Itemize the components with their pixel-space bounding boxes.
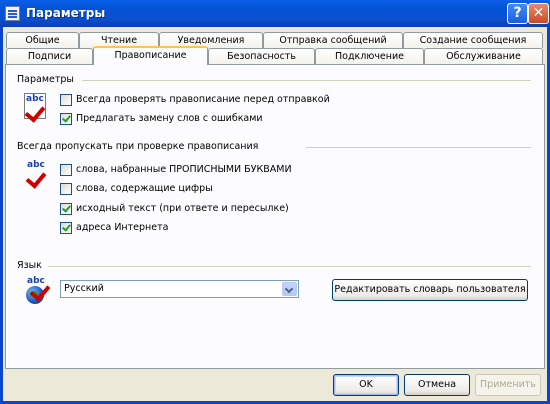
window-icon <box>5 6 20 21</box>
checkbox[interactable] <box>60 94 72 106</box>
checkbox-label: Предлагать замену слов с ошибками <box>76 113 263 124</box>
group-label-language: Язык <box>17 260 46 271</box>
tab-connection[interactable]: Подключение <box>315 48 424 64</box>
close-button[interactable]: ✕ <box>528 3 549 24</box>
tab-spelling[interactable]: Правописание <box>93 46 208 65</box>
tab-compose[interactable]: Создание сообщения <box>403 32 543 48</box>
spelling-document-icon: abc <box>24 93 46 123</box>
window-title: Параметры <box>26 6 106 20</box>
tab-maintenance[interactable]: Обслуживание <box>424 48 543 64</box>
checkbox-label: Всегда проверять правописание перед отпр… <box>76 94 330 105</box>
language-select-value: Русский <box>64 283 104 294</box>
checkbox[interactable] <box>60 203 72 215</box>
tab-signatures[interactable]: Подписи <box>6 48 93 64</box>
checkbox[interactable] <box>60 113 72 125</box>
help-button[interactable]: ? <box>507 3 528 24</box>
checkbox-label: слова, набранные ПРОПИСНЫМИ БУКВАМИ <box>76 164 292 175</box>
language-select[interactable]: Русский <box>60 280 299 298</box>
language-globe-icon: abc <box>24 276 52 304</box>
apply-button[interactable]: Применить <box>475 374 541 396</box>
checkbox-label: адреса Интернета <box>76 222 169 233</box>
group-label-params: Параметры <box>17 74 78 85</box>
checkbox-label: исходный текст (при ответе и пересылке) <box>76 203 289 214</box>
chevron-down-icon[interactable] <box>282 282 297 296</box>
edit-dictionary-button[interactable]: Редактировать словарь пользователя <box>332 279 528 301</box>
ok-button[interactable]: OK <box>333 374 399 396</box>
tab-sending[interactable]: Отправка сообщений <box>263 32 403 48</box>
group-divider <box>306 147 531 148</box>
checkbox[interactable] <box>60 183 72 195</box>
title-bar[interactable]: Параметры ? ✕ <box>0 0 550 27</box>
tab-panel: Параметры abc Всегда проверять правописа… <box>5 64 545 369</box>
window-frame-left <box>0 27 3 404</box>
checkbox[interactable] <box>60 222 72 234</box>
spell-check-icon: abc <box>24 160 52 189</box>
group-divider <box>82 80 531 81</box>
checkbox[interactable] <box>60 164 72 176</box>
group-divider <box>48 266 531 267</box>
tab-security[interactable]: Безопасность <box>208 48 315 64</box>
tab-general[interactable]: Общие <box>6 32 79 48</box>
cancel-button[interactable]: Отмена <box>404 374 470 396</box>
checkbox-label: слова, содержащие цифры <box>76 183 213 194</box>
group-label-skip: Всегда пропускать при проверке правописа… <box>17 141 263 152</box>
